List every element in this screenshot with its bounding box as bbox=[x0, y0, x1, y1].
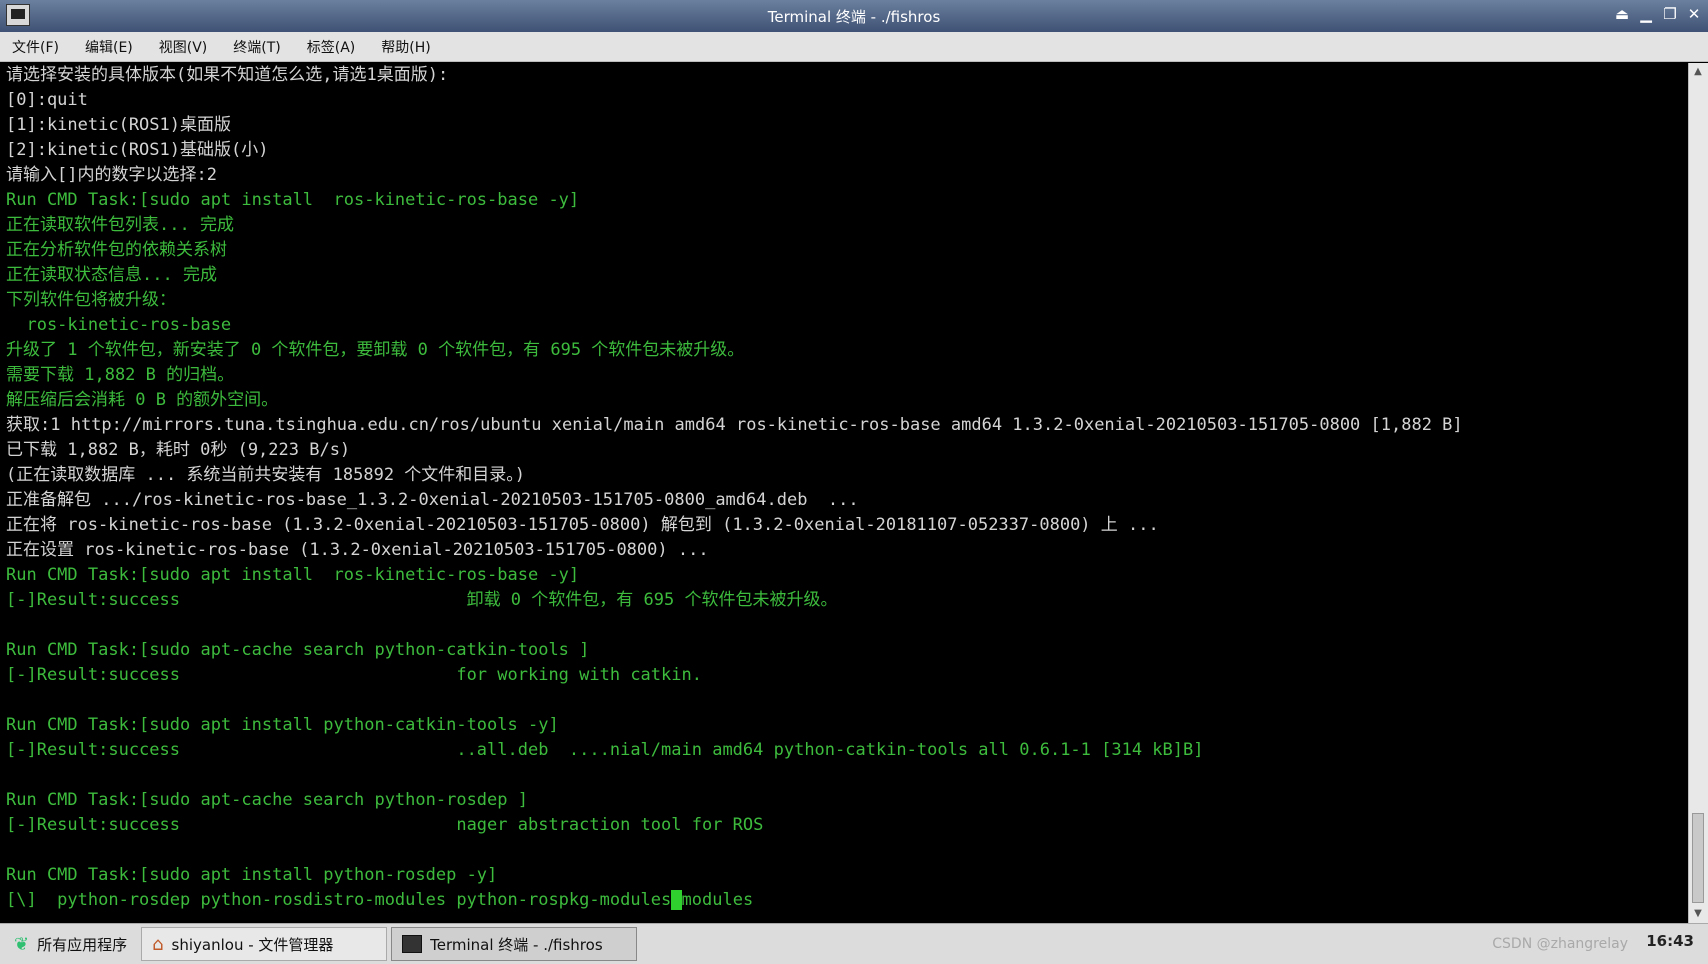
terminal-line: [-]Result:success ..all.deb ....nial/mai… bbox=[6, 740, 1204, 760]
terminal-line: [1]:kinetic(ROS1)桌面版 bbox=[6, 115, 231, 135]
terminal-line: 正在分析软件包的依赖关系树 bbox=[6, 240, 227, 260]
minimize-icon[interactable]: ▁ bbox=[1638, 5, 1654, 23]
terminal-line: 获取:1 http://mirrors.tuna.tsinghua.edu.cn… bbox=[6, 415, 1463, 435]
menu-tabs[interactable]: 标签(A) bbox=[303, 35, 360, 59]
terminal-line: [-]Result:success for working with catki… bbox=[6, 665, 702, 685]
menu-terminal[interactable]: 终端(T) bbox=[229, 35, 284, 59]
terminal-line: Run CMD Task:[sudo apt-cache search pyth… bbox=[6, 790, 528, 810]
apps-menu-button[interactable]: ❦ 所有应用程序 bbox=[4, 927, 137, 961]
terminal-line: [-]Result:success 卸载 0 个软件包，有 695 个软件包未被… bbox=[6, 590, 838, 610]
taskbar: ❦ 所有应用程序 ⌂ shiyanlou - 文件管理器 Terminal 终端… bbox=[0, 923, 1708, 964]
close-icon[interactable]: ✕ bbox=[1686, 5, 1702, 23]
leaf-icon: ❦ bbox=[14, 933, 30, 955]
scroll-thumb[interactable] bbox=[1692, 813, 1704, 903]
terminal-line: ros-kinetic-ros-base bbox=[6, 315, 232, 335]
terminal-line: 下列软件包将被升级： bbox=[6, 290, 176, 310]
terminal-line: 正在读取软件包列表... 完成 bbox=[6, 215, 234, 235]
apps-menu-label: 所有应用程序 bbox=[37, 935, 128, 954]
terminal-prompt-line[interactable]: [\] python-rosdep python-rosdistro-modul… bbox=[0, 888, 1688, 913]
menu-view[interactable]: 视图(V) bbox=[155, 35, 212, 59]
terminal-line: 解压缩后会消耗 0 B 的额外空间。 bbox=[6, 390, 279, 410]
window-controls: ⏏ ▁ ❐ ✕ bbox=[1614, 5, 1702, 23]
task-terminal[interactable]: Terminal 终端 - ./fishros bbox=[391, 927, 638, 961]
shade-icon[interactable]: ⏏ bbox=[1614, 5, 1630, 23]
terminal-cursor bbox=[671, 890, 682, 910]
home-icon: ⌂ bbox=[152, 933, 164, 955]
terminal-line: Run CMD Task:[sudo apt install ros-kinet… bbox=[6, 565, 580, 585]
menu-help[interactable]: 帮助(H) bbox=[377, 35, 434, 59]
vertical-scrollbar[interactable]: ▲ ▼ bbox=[1688, 63, 1708, 923]
watermark: CSDN @zhangrelay bbox=[1492, 936, 1628, 952]
scroll-down-icon[interactable]: ▼ bbox=[1692, 907, 1704, 921]
terminal-line: [2]:kinetic(ROS1)基础版(小) bbox=[6, 140, 269, 160]
terminal-line: 请选择安装的具体版本(如果不知道怎么选,请选1桌面版): bbox=[6, 65, 449, 85]
terminal-line: 正在读取状态信息... 完成 bbox=[6, 265, 217, 285]
terminal-line: 升级了 1 个软件包，新安装了 0 个软件包，要卸载 0 个软件包，有 695 … bbox=[6, 340, 745, 360]
terminal-line: Run CMD Task:[sudo apt-cache search pyth… bbox=[6, 640, 590, 660]
maximize-icon[interactable]: ❐ bbox=[1662, 5, 1678, 23]
window-titlebar[interactable]: Terminal 终端 - ./fishros ⏏ ▁ ❐ ✕ bbox=[0, 0, 1708, 32]
progress-text: [\] python-rosdep python-rosdistro-modul… bbox=[6, 890, 672, 910]
terminal-line: 已下载 1,882 B，耗时 0秒 (9,223 B/s) bbox=[6, 440, 351, 460]
task-file-manager[interactable]: ⌂ shiyanlou - 文件管理器 bbox=[141, 927, 388, 961]
terminal-line: 请输入[]内的数字以选择:2 bbox=[6, 165, 217, 185]
terminal-line: (正在读取数据库 ... 系统当前共安装有 185892 个文件和目录。) bbox=[6, 465, 526, 485]
terminal-app-icon[interactable] bbox=[6, 4, 30, 26]
terminal-icon bbox=[402, 935, 423, 953]
scroll-up-icon[interactable]: ▲ bbox=[1692, 65, 1704, 79]
terminal-line: 正在将 ros-kinetic-ros-base (1.3.2-0xenial-… bbox=[6, 515, 1159, 535]
menu-edit[interactable]: 编辑(E) bbox=[81, 35, 137, 59]
task-label: shiyanlou - 文件管理器 bbox=[171, 935, 334, 954]
terminal-line: Run CMD Task:[sudo apt install python-ca… bbox=[6, 715, 559, 735]
terminal-line: 需要下载 1,882 B 的归档。 bbox=[6, 365, 235, 385]
task-label: Terminal 终端 - ./fishros bbox=[430, 935, 603, 954]
terminal-line: Run CMD Task:[sudo apt install ros-kinet… bbox=[6, 190, 580, 210]
menubar: 文件(F) 编辑(E) 视图(V) 终端(T) 标签(A) 帮助(H) bbox=[0, 32, 1708, 62]
menu-file[interactable]: 文件(F) bbox=[8, 35, 63, 59]
progress-text-tail: modules bbox=[681, 890, 754, 910]
terminal-line: Run CMD Task:[sudo apt install python-ro… bbox=[6, 865, 498, 885]
terminal-output[interactable]: 请选择安装的具体版本(如果不知道怎么选,请选1桌面版): [0]:quit [1… bbox=[0, 63, 1688, 923]
terminal-line: [0]:quit bbox=[6, 90, 88, 110]
clock[interactable]: 16:43 bbox=[1646, 932, 1694, 950]
terminal-line: [-]Result:success nager abstraction tool… bbox=[6, 815, 764, 835]
window-title: Terminal 终端 - ./fishros bbox=[767, 7, 941, 26]
terminal-line: 正准备解包 .../ros-kinetic-ros-base_1.3.2-0xe… bbox=[6, 490, 859, 510]
terminal-line: 正在设置 ros-kinetic-ros-base (1.3.2-0xenial… bbox=[6, 540, 709, 560]
